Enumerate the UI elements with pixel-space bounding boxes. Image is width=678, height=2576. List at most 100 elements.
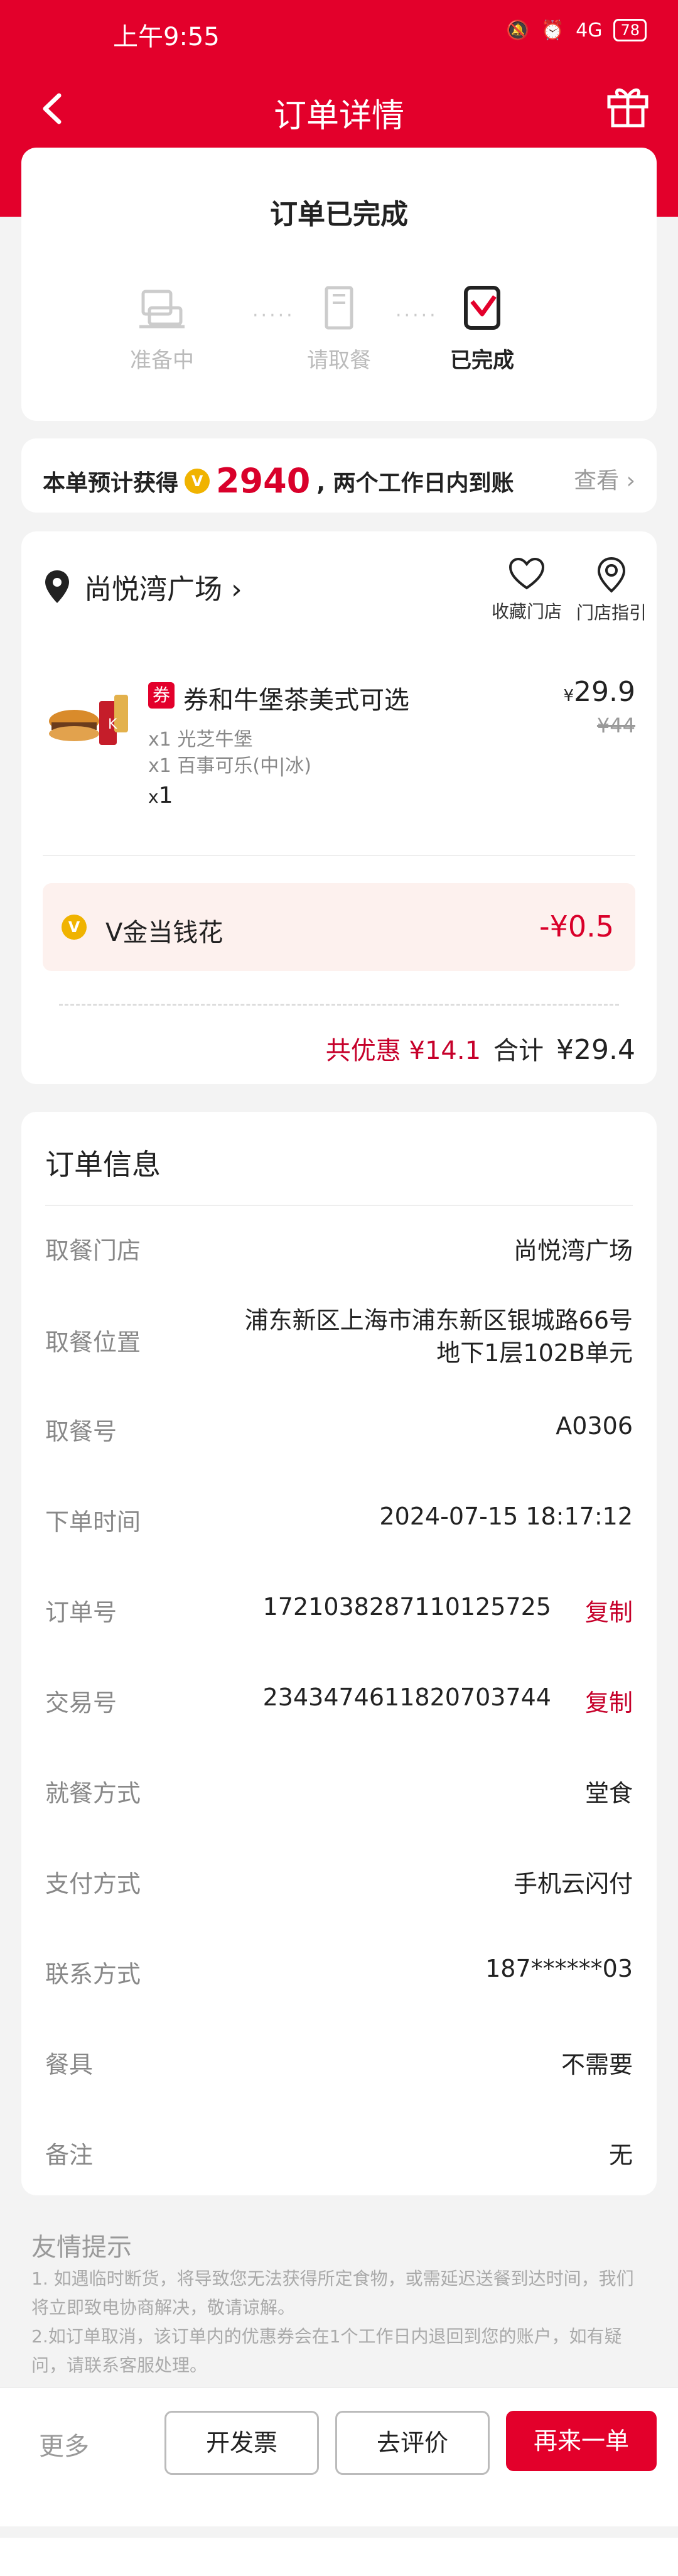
info-row-location: 取餐位置 浦东新区上海市浦东新区银城路66号地下1层102B单元 (45, 1304, 633, 1379)
page-title: 订单详情 (273, 97, 404, 135)
info-value: 手机云闪付 (513, 1870, 633, 1898)
step-label: 准备中 (130, 348, 194, 373)
invoice-button[interactable]: 开发票 (164, 2411, 319, 2475)
original-price: ¥44 (596, 714, 635, 737)
copy-transaction-number-button[interactable]: 复制 (585, 1683, 633, 1718)
info-value: 2343474611820703744 (262, 1683, 551, 1711)
qty-value: 1 (158, 783, 173, 808)
tips-text: 1. 如遇临时断货，将导致您无法获得所定食物，或需延迟送餐到达时间，我们将立即致… (31, 2264, 647, 2380)
nav-bar: 订单详情 (0, 69, 678, 151)
discount-value: ¥14.1 (409, 1036, 482, 1065)
info-value: 无 (608, 2141, 633, 2169)
cup-icon (139, 290, 185, 329)
info-row-utensils: 餐具 不需要 (45, 2034, 633, 2084)
copy-order-number-button[interactable]: 复制 (585, 1593, 633, 1628)
info-key: 交易号 (45, 1689, 117, 1717)
map-pin-icon (597, 557, 626, 593)
bag-icon (325, 286, 353, 330)
gift-icon[interactable] (603, 80, 653, 131)
step-pickup: 请取餐 (282, 283, 396, 374)
product-item: x1 百事可乐(中|冰) (148, 755, 311, 777)
reorder-button[interactable]: 再来一单 (506, 2411, 657, 2471)
store-name: 尚悦湾广场 (84, 573, 222, 606)
total-value: ¥29.4 (556, 1034, 635, 1066)
step-label: 请取餐 (307, 348, 371, 373)
info-key: 就餐方式 (45, 1780, 141, 1807)
svg-text:K: K (108, 717, 117, 732)
store-guide-button[interactable]: 门店指引 (574, 557, 649, 624)
info-row-payment: 支付方式 手机云闪付 (45, 1853, 633, 1903)
price-value: 29.9 (574, 676, 635, 708)
info-value: 187******03 (485, 1955, 633, 1982)
points-prefix: 本单预计获得 (43, 470, 179, 496)
info-value: 1721038287110125725 (262, 1593, 551, 1621)
view-points-link[interactable]: 查看 › (574, 462, 635, 495)
total-label: 合计 (493, 1036, 544, 1065)
info-value-group: 2343474611820703744 复制 (263, 1683, 633, 1718)
info-value: 浦东新区上海市浦东新区银城路66号地下1层102B单元 (244, 1307, 633, 1367)
product-price: ¥29.9 (563, 676, 635, 708)
info-value: 堂食 (584, 1780, 633, 1807)
info-row-contact: 联系方式 187******03 (45, 1943, 633, 1994)
info-row-transaction-number: 交易号 2343474611820703744 复制 (45, 1672, 633, 1722)
info-value: A0306 (556, 1412, 633, 1440)
info-row-pickup-number: 取餐号 A0306 (45, 1401, 633, 1451)
discount-label: 共优惠 (325, 1036, 401, 1065)
review-button[interactable]: 去评价 (335, 2411, 490, 2475)
vgold-label: V金当钱花 (105, 918, 223, 947)
info-value: 不需要 (561, 2051, 633, 2079)
food-image: K (49, 695, 128, 745)
favorite-label: 收藏门店 (491, 601, 562, 622)
product-quantity: x1 (148, 783, 173, 808)
network-label: 4G (576, 19, 603, 41)
info-row-order-number: 订单号 1721038287110125725 复制 (45, 1582, 633, 1632)
battery-icon: 78 (613, 19, 647, 41)
currency-symbol: ¥ (563, 687, 574, 705)
divider (45, 1205, 633, 1206)
qty-prefix: x (148, 786, 159, 807)
order-status-title: 订单已完成 (270, 198, 408, 231)
points-suffix: , 两个工作日内到账 (316, 470, 514, 496)
order-info-title: 订单信息 (45, 1148, 161, 1182)
points-summary: 本单预计获得 V 2940 , 两个工作日内到账 (43, 461, 514, 501)
view-label: 查看 (574, 468, 620, 494)
info-key: 支付方式 (45, 1870, 141, 1898)
status-bar: 上午9:55 🔕 ⏰ 4G 78 (0, 0, 678, 69)
info-key: 取餐位置 (45, 1329, 141, 1356)
info-key: 联系方式 (45, 1960, 141, 1988)
info-row-order-time: 下单时间 2024-07-15 18:17:12 (45, 1491, 633, 1541)
status-time: 上午9:55 (113, 23, 220, 52)
step-label: 已完成 (450, 348, 514, 373)
order-status-card: 订单已完成 准备中 ····· 请取餐 ····· 已完成 (21, 148, 657, 421)
info-row-remarks: 备注 无 (45, 2124, 633, 2175)
tips-title: 友情提示 (31, 2233, 132, 2262)
vgold-amount: -¥0.5 (539, 910, 614, 943)
dashed-divider (59, 1004, 619, 1006)
chevron-right-icon: › (231, 573, 242, 606)
store-name-link[interactable]: 尚悦湾广场 › (84, 567, 242, 607)
chevron-right-icon: › (626, 468, 635, 494)
alarm-icon: ⏰ (541, 19, 565, 41)
info-key: 下单时间 (45, 1508, 141, 1536)
more-button[interactable]: 更多 (39, 2426, 89, 2462)
guide-label: 门店指引 (576, 602, 647, 623)
store-order-card: 尚悦湾广场 › 收藏门店 门店指引 K 券 券和牛堡茶美式可选 x1 光芝牛堡 … (21, 531, 657, 1084)
coupon-badge: 券 (148, 682, 175, 709)
heart-icon (508, 557, 545, 590)
vgold-discount: V V金当钱花 -¥0.5 (43, 883, 635, 971)
tip-line: 2.如订单取消，该订单内的优惠券会在1个工作日内退回到您的账户，如有疑问，请联系… (31, 2326, 622, 2376)
product-item: x1 光芝牛堡 (148, 729, 253, 751)
info-value-group: 1721038287110125725 复制 (263, 1593, 633, 1628)
status-icons: 🔕 ⏰ 4G 78 (506, 19, 647, 41)
info-row-store: 取餐门店 尚悦湾广场 (45, 1220, 633, 1270)
v-coin-icon: V (185, 468, 210, 494)
step-preparing: 准备中 (105, 283, 218, 374)
location-pin-icon (45, 570, 69, 603)
favorite-store-button[interactable]: 收藏门店 (486, 557, 568, 623)
check-box-icon (464, 286, 500, 330)
info-key: 备注 (45, 2141, 94, 2169)
order-total: 共优惠 ¥14.1 合计 ¥29.4 (326, 1030, 635, 1067)
info-key: 取餐号 (45, 1418, 117, 1445)
points-card[interactable]: 本单预计获得 V 2940 , 两个工作日内到账 查看 › (21, 438, 657, 513)
points-amount: 2940 (216, 461, 311, 501)
